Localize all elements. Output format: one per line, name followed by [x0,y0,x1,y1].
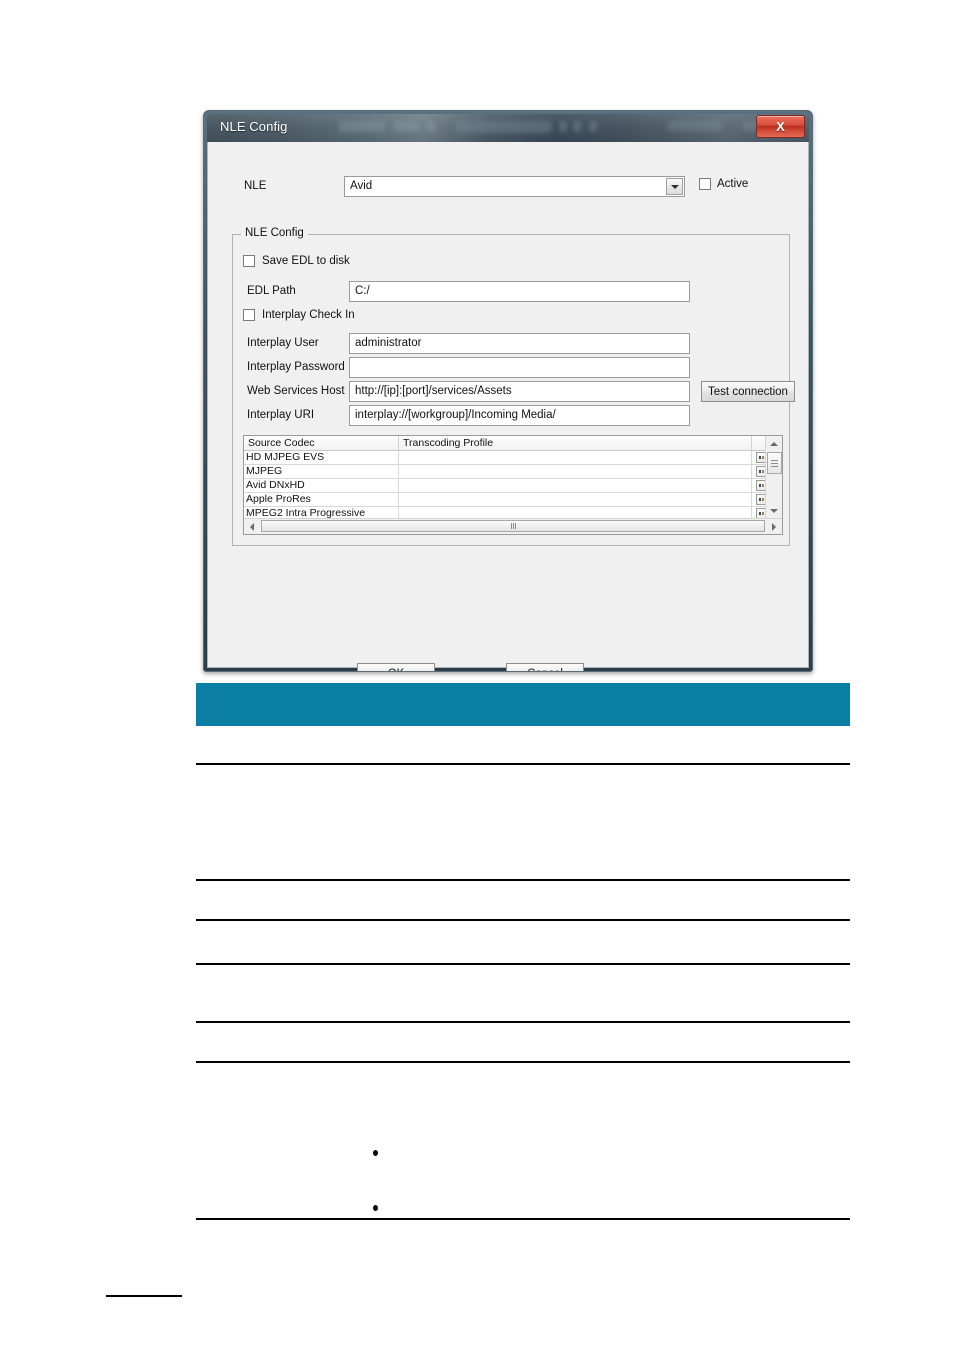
save-edl-label: Save EDL to disk [262,255,350,267]
table-rule [196,1218,850,1220]
save-edl-checkbox-row[interactable]: Save EDL to disk [243,255,350,267]
table-rule [196,763,850,765]
chevron-down-icon[interactable] [666,178,683,195]
interplay-user-label: Interplay User [247,337,319,349]
dialog-body: NLE Avid Active NLE Config Save EDL to d… [207,142,809,671]
interplay-user-row: Interplay User administrator [243,333,783,354]
save-edl-checkbox[interactable] [243,255,255,267]
web-services-host-row: Web Services Host http://[ip]:[port]/ser… [243,381,795,402]
grid-header-transcoding-profile[interactable]: Transcoding Profile [399,436,752,450]
close-button-label: X [776,119,785,134]
titlebar-ghost-content [339,121,385,132]
table-row[interactable]: Apple ProRes [244,493,782,507]
nle-selected-value: Avid [350,180,373,192]
scroll-up-icon[interactable] [766,436,782,452]
interplay-uri-label: Interplay URI [247,409,315,421]
titlebar-ghost-content [667,121,722,131]
titlebar-ghost-content [426,121,436,132]
edl-path-row: EDL Path C:/ [243,281,783,302]
dialog-title: NLE Config [220,119,288,134]
test-connection-button[interactable]: Test connection [701,381,795,402]
interplay-check-in-label: Interplay Check In [262,309,355,321]
active-checkbox-row[interactable]: Active [699,178,748,190]
table-rule [196,1061,850,1063]
bullet-icon [373,1205,378,1211]
cell-transcoding-profile[interactable] [399,479,752,492]
table-rule [196,919,850,921]
horizontal-scroll-track[interactable] [260,519,766,534]
edl-path-label: EDL Path [247,285,296,297]
transcoding-profile-grid: Source Codec Transcoding Profile HD MJPE… [243,435,783,535]
table-row[interactable]: Avid DNxHD [244,479,782,493]
horizontal-scroll-thumb[interactable] [261,520,765,532]
grid-header-row: Source Codec Transcoding Profile [244,436,782,451]
cell-transcoding-profile[interactable] [399,451,752,464]
groupbox-legend: NLE Config [241,227,308,239]
table-row[interactable]: MJPEG [244,465,782,479]
vertical-scroll-thumb[interactable] [767,452,782,474]
titlebar-ghost-content [456,121,552,133]
cancel-button[interactable]: Cancel [506,663,584,671]
titlebar-ghost-content [573,121,581,132]
table-row[interactable]: HD MJPEG EVS [244,451,782,465]
table-rule [196,963,850,965]
interplay-password-row: Interplay Password [243,357,783,378]
cell-source-codec: MJPEG [244,465,399,478]
grid-horizontal-scrollbar[interactable] [244,518,782,534]
edl-path-input[interactable]: C:/ [349,281,690,302]
interplay-check-in-row[interactable]: Interplay Check In [243,309,355,321]
grid-vertical-scrollbar[interactable] [765,436,782,519]
titlebar-ghost-content [559,121,567,132]
footnote-separator [106,1295,182,1297]
nle-dropdown[interactable]: Avid [344,176,685,197]
ok-button[interactable]: OK [357,663,435,671]
interplay-user-input[interactable]: administrator [349,333,690,354]
nle-config-dialog: NLE Config X NLE Avid Active NLE Config … [203,110,813,672]
interplay-check-in-checkbox[interactable] [243,309,255,321]
active-checkbox[interactable] [699,178,711,190]
interplay-uri-input[interactable]: interplay://[workgroup]/Incoming Media/ [349,405,690,426]
scroll-left-icon[interactable] [244,519,260,534]
cell-source-codec: Apple ProRes [244,493,399,506]
close-icon[interactable]: X [756,115,805,138]
titlebar-ghost-content [589,121,597,132]
cell-transcoding-profile[interactable] [399,465,752,478]
active-label: Active [717,178,749,190]
interplay-password-input[interactable] [349,357,690,378]
nle-config-groupbox: NLE Config Save EDL to disk EDL Path C:/… [232,227,795,546]
dialog-titlebar[interactable]: NLE Config X [207,114,809,142]
grid-header-source-codec[interactable]: Source Codec [244,436,399,450]
scroll-down-icon[interactable] [766,503,782,519]
web-services-host-input[interactable]: http://[ip]:[port]/services/Assets [349,381,690,402]
web-services-host-label: Web Services Host [247,385,345,397]
nle-label: NLE [244,180,267,192]
scroll-right-icon[interactable] [766,519,782,534]
bullet-icon [373,1150,378,1156]
nle-selector-row: NLE Avid Active [230,176,790,198]
cell-transcoding-profile[interactable] [399,493,752,506]
cell-source-codec: Avid DNxHD [244,479,399,492]
section-banner [196,683,850,726]
grid-rows: HD MJPEG EVS MJPEG Avid DNxHD Apple ProR… [244,451,782,521]
interplay-password-label: Interplay Password [247,361,345,373]
cell-source-codec: HD MJPEG EVS [244,451,399,464]
interplay-uri-row: Interplay URI interplay://[workgroup]/In… [243,405,783,426]
titlebar-ghost-content [393,121,419,132]
table-rule [196,879,850,881]
table-rule [196,1021,850,1023]
